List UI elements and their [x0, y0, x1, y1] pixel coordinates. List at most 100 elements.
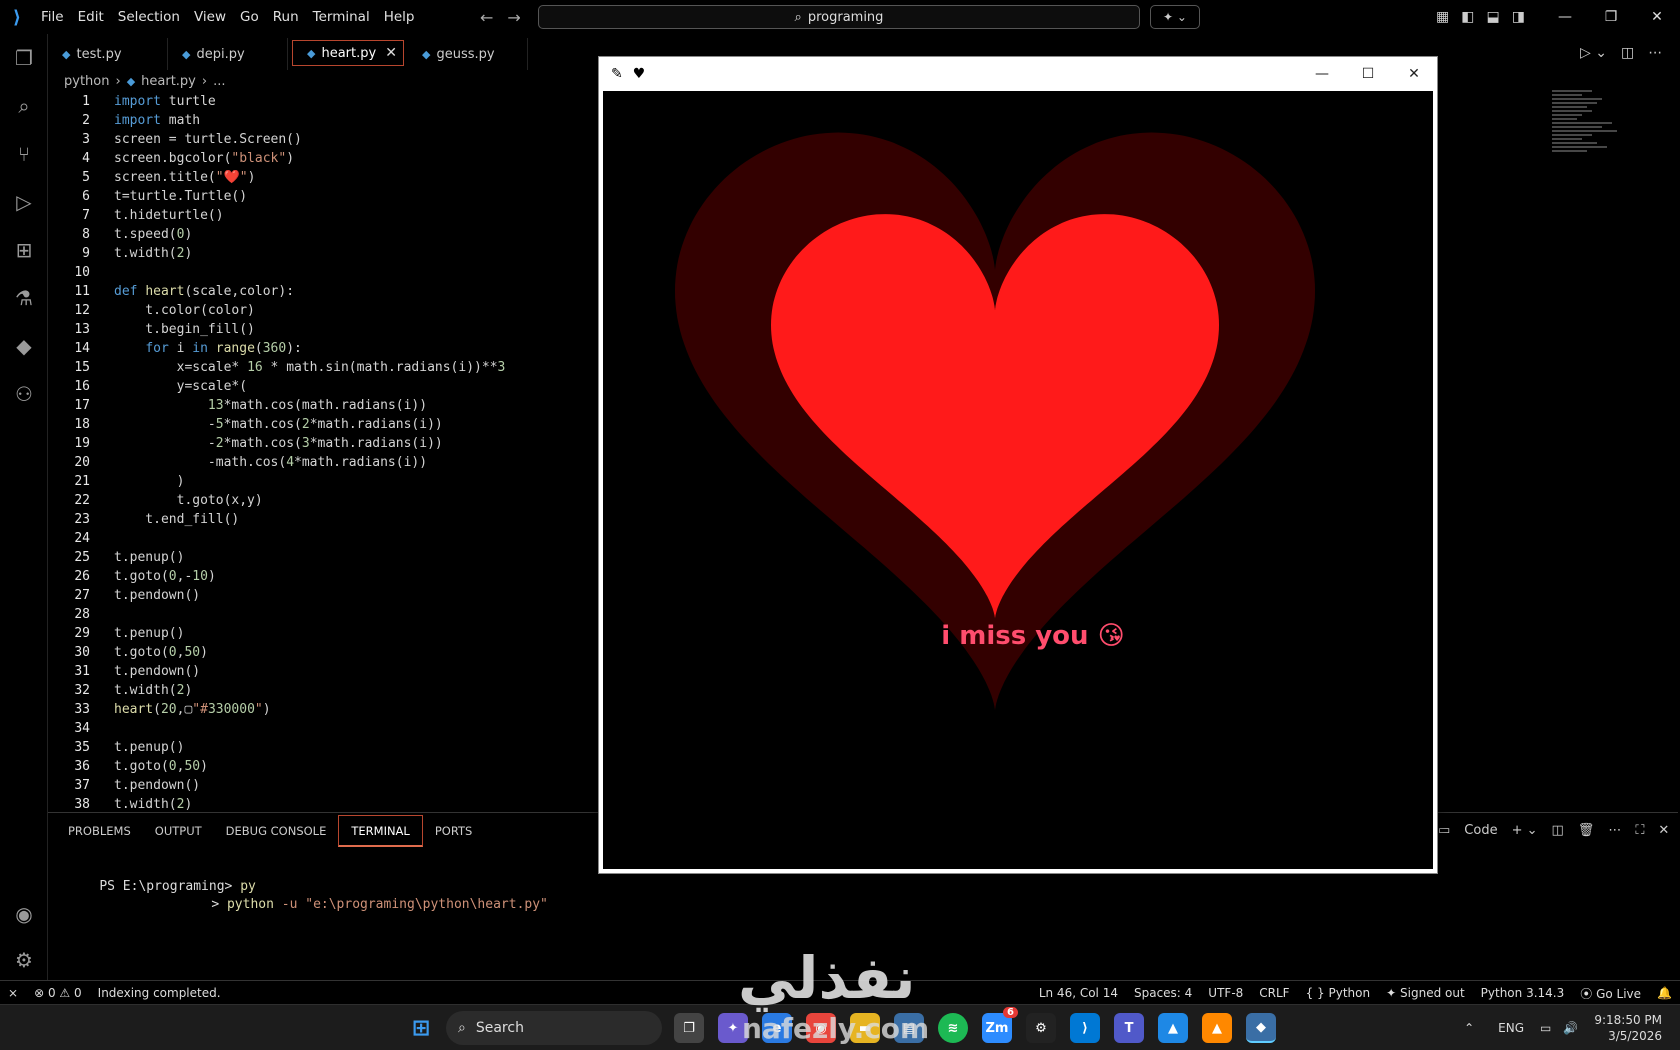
source-control-icon[interactable]: ⑂ [0, 134, 48, 174]
close-icon[interactable]: ✕ [1634, 0, 1680, 34]
code-line[interactable]: 10 [48, 263, 600, 282]
photos-icon[interactable]: ▲ [1158, 1013, 1188, 1043]
code-line[interactable]: 16 y=scale*( [48, 377, 600, 396]
toggle-sidebar-icon[interactable]: ◧ [1461, 9, 1474, 25]
code-line[interactable]: 11 def heart(scale,color): [48, 282, 600, 301]
breadcrumb-file[interactable]: heart.py [141, 74, 196, 89]
code-line[interactable]: 35 t.penup() [48, 738, 600, 757]
more-actions-icon[interactable]: ⋯ [1648, 45, 1662, 61]
close-panel-icon[interactable]: ✕ [1658, 823, 1669, 838]
toggle-secondary-sidebar-icon[interactable]: ◨ [1512, 9, 1525, 25]
language-mode[interactable]: { } Python [1298, 986, 1379, 1000]
minimize-icon[interactable]: — [1299, 57, 1345, 91]
split-editor-icon[interactable]: ◫ [1621, 45, 1634, 61]
code-line[interactable]: 15 x=scale* 16 * math.sin(math.radians(i… [48, 358, 600, 377]
taskbar-search[interactable]: ⌕ Search [446, 1011, 662, 1045]
vlc-icon[interactable]: ▲ [1202, 1013, 1232, 1043]
new-terminal-icon[interactable]: + ⌄ [1512, 823, 1538, 838]
split-terminal-icon[interactable]: ◫ [1552, 823, 1564, 838]
account-icon[interactable]: ◉ [0, 894, 48, 934]
search-sidebar-icon[interactable]: ⌕ [0, 86, 48, 126]
restore-icon[interactable]: ❐ [1588, 0, 1634, 34]
code-line[interactable]: 7 t.hideturtle() [48, 206, 600, 225]
problems-indicator[interactable]: ⊗ 0 ⚠ 0 [26, 986, 90, 1000]
tab-debug-console[interactable]: DEBUG CONSOLE [214, 814, 339, 848]
code-line[interactable]: 37 t.pendown() [48, 776, 600, 795]
code-line[interactable]: 28 [48, 605, 600, 624]
encoding[interactable]: UTF-8 [1200, 986, 1251, 1000]
extensions-icon[interactable]: ⊞ [0, 230, 48, 270]
task-view-icon[interactable]: ❐ [674, 1013, 704, 1043]
code-line[interactable]: 17 13*math.cos(math.radians(i)) [48, 396, 600, 415]
tab-output[interactable]: OUTPUT [143, 814, 214, 848]
code-line[interactable]: 34 [48, 719, 600, 738]
teams-icon[interactable]: T [1114, 1013, 1144, 1043]
tab-geuss-py[interactable]: ◆ geuss.py [408, 38, 528, 70]
run-python-file-icon[interactable]: ▷ ⌄ [1580, 45, 1607, 61]
python-icon[interactable]: ◆ [0, 326, 48, 366]
show-hidden-icons-icon[interactable]: ⌃ [1450, 1021, 1488, 1035]
code-line[interactable]: 31 t.pendown() [48, 662, 600, 681]
windows-start-icon[interactable]: ⊞ [406, 1013, 436, 1043]
tab-heart-py[interactable]: ◆ heart.py ✕ [292, 40, 404, 66]
menu-selection[interactable]: Selection [111, 0, 187, 34]
tab-depi-py[interactable]: ◆ depi.py [168, 38, 288, 70]
code-line[interactable]: 4 screen.bgcolor("black") [48, 149, 600, 168]
back-arrow-icon[interactable]: ← [480, 8, 493, 27]
code-line[interactable]: 27 t.pendown() [48, 586, 600, 605]
forward-arrow-icon[interactable]: → [507, 8, 520, 27]
settings-gear-icon[interactable]: ⚙ [0, 940, 48, 980]
minimize-icon[interactable]: — [1542, 0, 1588, 34]
tab-problems[interactable]: PROBLEMS [56, 814, 143, 848]
menu-help[interactable]: Help [377, 0, 422, 34]
testing-icon[interactable]: ⚗ [0, 278, 48, 318]
code-line[interactable]: 20 -math.cos(4*math.radians(i)) [48, 453, 600, 472]
breadcrumb-more[interactable]: ... [213, 74, 225, 89]
chatgpt-icon[interactable]: ⚙ [1026, 1013, 1056, 1043]
code-line[interactable]: 26 t.goto(0,-10) [48, 567, 600, 586]
volume-icon[interactable]: 🔊 [1557, 1021, 1584, 1035]
menu-go[interactable]: Go [233, 0, 266, 34]
code-line[interactable]: 5 screen.title("❤️") [48, 168, 600, 187]
python-interpreter[interactable]: Python 3.14.3 [1473, 986, 1573, 1000]
code-line[interactable]: 9 t.width(2) [48, 244, 600, 263]
close-icon[interactable]: ✕ [1391, 57, 1437, 91]
terminal-output[interactable]: PS E:\programing> py > python -u "e:\pro… [68, 860, 548, 912]
network-icon[interactable]: ▭ [1534, 1021, 1557, 1035]
code-line[interactable]: 29 t.penup() [48, 624, 600, 643]
terminal-shell-label[interactable]: Code [1464, 823, 1497, 838]
code-line[interactable]: 6 t=turtle.Turtle() [48, 187, 600, 206]
code-line[interactable]: 30 t.goto(0,50) [48, 643, 600, 662]
more-icon[interactable]: ⋯ [1608, 823, 1621, 838]
toggle-panel-icon[interactable]: ⬓ [1486, 9, 1499, 25]
code-line[interactable]: 33 heart(20,▢"#330000") [48, 700, 600, 719]
code-line[interactable]: 18 -5*math.cos(2*math.radians(i)) [48, 415, 600, 434]
code-line[interactable]: 32 t.width(2) [48, 681, 600, 700]
menu-run[interactable]: Run [266, 0, 306, 34]
tab-ports[interactable]: PORTS [423, 814, 484, 848]
code-line[interactable]: 25 t.penup() [48, 548, 600, 567]
explorer-icon[interactable]: ❐ [0, 38, 48, 78]
tab-test-py[interactable]: ◆ test.py [48, 38, 168, 70]
breadcrumb-folder[interactable]: python [64, 74, 109, 89]
code-line[interactable]: 14 for i in range(360): [48, 339, 600, 358]
menu-edit[interactable]: Edit [71, 0, 111, 34]
minimap[interactable] [1552, 90, 1622, 190]
code-line[interactable]: 38 t.width(2) [48, 795, 600, 810]
zoom-icon[interactable]: Zm 6 [982, 1007, 1018, 1043]
code-line[interactable]: 24 [48, 529, 600, 548]
code-line[interactable]: 19 -2*math.cos(3*math.radians(i)) [48, 434, 600, 453]
cursor-position[interactable]: Ln 46, Col 14 [1031, 986, 1126, 1000]
code-line[interactable]: 22 t.goto(x,y) [48, 491, 600, 510]
clock[interactable]: 9:18:50 PM 3/5/2026 [1584, 1012, 1680, 1044]
close-tab-icon[interactable]: ✕ [385, 45, 397, 61]
go-live[interactable]: ⦿ Go Live [1572, 985, 1649, 1002]
code-line[interactable]: 12 t.color(color) [48, 301, 600, 320]
code-line[interactable]: 2 import math [48, 111, 600, 130]
code-editor[interactable]: 1 import turtle 2 import math 3 screen = turt… [48, 92, 600, 810]
code-line[interactable]: 21 ) [48, 472, 600, 491]
customize-layout-icon[interactable]: ▦ [1436, 9, 1449, 25]
copilot-button[interactable]: ✦ ⌄ [1150, 5, 1200, 29]
remote-icon[interactable]: ⚇ [0, 374, 48, 414]
tab-terminal[interactable]: TERMINAL [338, 814, 423, 847]
